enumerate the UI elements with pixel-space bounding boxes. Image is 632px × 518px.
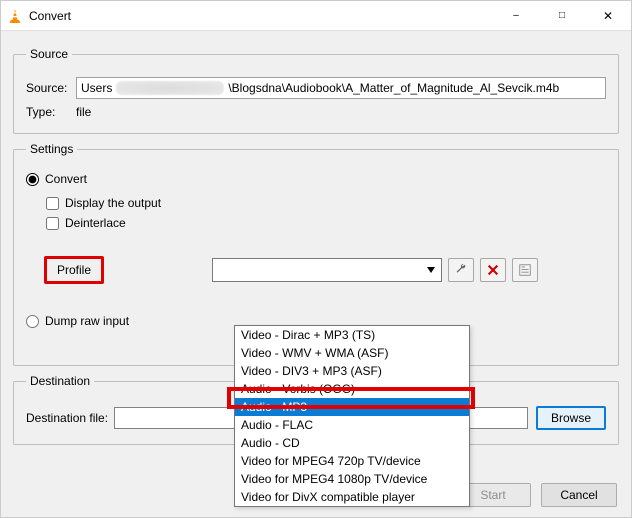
deinterlace-label: Deinterlace xyxy=(65,216,126,230)
convert-radio[interactable] xyxy=(26,173,39,186)
source-legend: Source xyxy=(26,47,72,61)
dump-raw-label: Dump raw input xyxy=(45,314,129,328)
profile-option[interactable]: Video - WMV + WMA (ASF) xyxy=(235,344,469,362)
destination-legend: Destination xyxy=(26,374,94,388)
convert-dialog: Convert – □ ✕ Source Source: Users \Blog… xyxy=(0,0,632,518)
source-path[interactable]: Users \Blogsdna\Audiobook\A_Matter_of_Ma… xyxy=(76,77,606,99)
window-title: Convert xyxy=(29,9,493,23)
display-output-label: Display the output xyxy=(65,196,161,210)
delete-profile-button[interactable] xyxy=(480,258,506,282)
profile-option[interactable]: Audio - CD xyxy=(235,434,469,452)
type-value: file xyxy=(76,105,91,119)
profile-dropdown-list[interactable]: Video - Dirac + MP3 (TS)Video - WMV + WM… xyxy=(234,325,470,507)
chevron-down-icon xyxy=(427,267,435,273)
profile-option[interactable]: Video - DIV3 + MP3 (ASF) xyxy=(235,362,469,380)
maximize-button[interactable]: □ xyxy=(539,1,585,30)
cancel-button[interactable]: Cancel xyxy=(541,483,617,507)
profile-option[interactable]: Video for MPEG4 1080p TV/device xyxy=(235,470,469,488)
new-profile-icon xyxy=(518,263,532,277)
edit-profile-button[interactable] xyxy=(448,258,474,282)
source-group: Source Source: Users \Blogsdna\Audiobook… xyxy=(13,47,619,134)
profile-option[interactable]: Video - Dirac + MP3 (TS) xyxy=(235,326,469,344)
display-output-checkbox[interactable] xyxy=(46,197,59,210)
settings-legend: Settings xyxy=(26,142,77,156)
new-profile-button[interactable] xyxy=(512,258,538,282)
minimize-button[interactable]: – xyxy=(493,1,539,30)
source-path-prefix: Users xyxy=(81,81,112,95)
x-icon xyxy=(486,263,500,277)
profile-option[interactable]: Audio - FLAC xyxy=(235,416,469,434)
titlebar: Convert – □ ✕ xyxy=(1,1,631,31)
profile-option[interactable]: Video for DivX compatible player xyxy=(235,488,469,506)
vlc-icon xyxy=(7,8,23,24)
profile-option[interactable]: Audio - Vorbis (OGG) xyxy=(235,380,469,398)
close-button[interactable]: ✕ xyxy=(585,1,631,30)
window-buttons: – □ ✕ xyxy=(493,1,631,30)
profile-dropdown[interactable] xyxy=(212,258,442,282)
profile-option[interactable]: Audio - MP3 xyxy=(235,398,469,416)
source-path-suffix: \Blogsdna\Audiobook\A_Matter_of_Magnitud… xyxy=(228,81,559,95)
convert-radio-label: Convert xyxy=(45,172,87,186)
type-label: Type: xyxy=(26,105,76,119)
wrench-icon xyxy=(454,263,468,277)
browse-button[interactable]: Browse xyxy=(536,406,606,430)
profile-option[interactable]: Video for MPEG4 720p TV/device xyxy=(235,452,469,470)
dump-raw-radio[interactable] xyxy=(26,315,39,328)
deinterlace-checkbox[interactable] xyxy=(46,217,59,230)
redacted-segment xyxy=(116,81,224,95)
source-label: Source: xyxy=(26,81,76,95)
profile-label: Profile xyxy=(44,256,104,284)
destination-file-label: Destination file: xyxy=(26,411,108,425)
